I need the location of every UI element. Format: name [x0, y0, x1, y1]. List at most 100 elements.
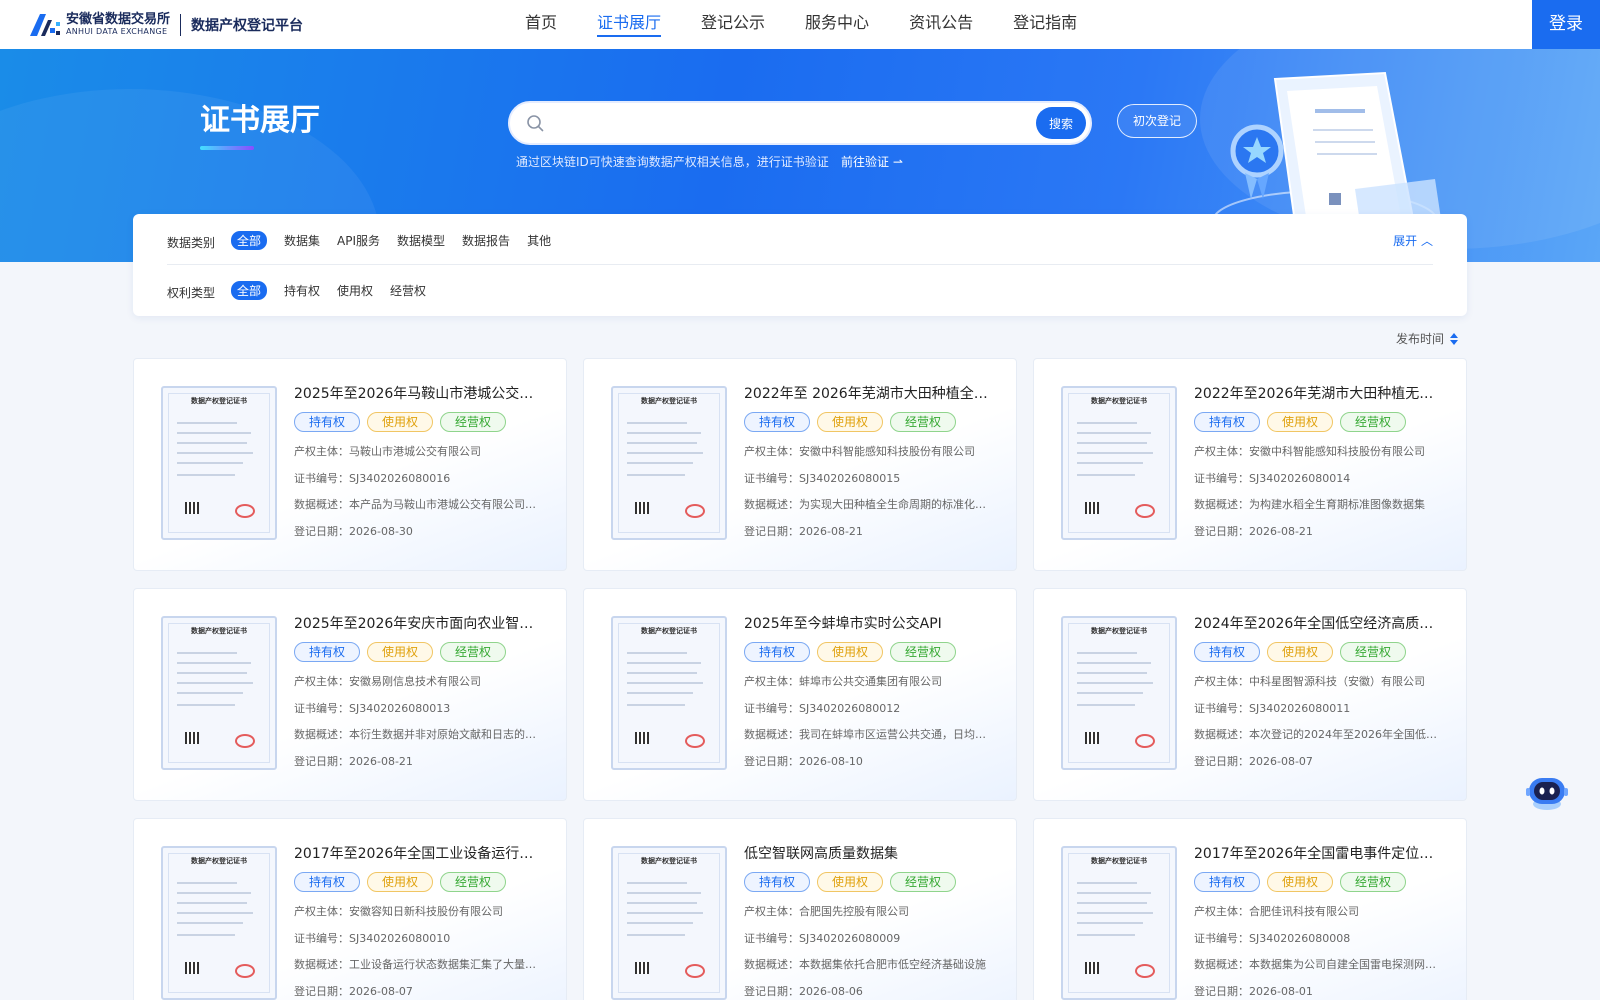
nav-home[interactable]: 首页: [525, 0, 557, 49]
card-register-date: 登记日期：2026-08-07: [1194, 755, 1313, 768]
data-category-model[interactable]: 数据模型: [397, 231, 445, 250]
certificate-card[interactable]: 数据产权登记证书 2025年至2026年马鞍山市港城公交营运数据集持有权使用权经营…: [133, 358, 567, 571]
card-owner: 产权主体：蚌埠市公共交通集团有限公司: [744, 675, 942, 688]
data-category-all[interactable]: 全部: [231, 231, 268, 250]
certificate-line: [627, 672, 697, 674]
certificate-thumb-title: 数据产权登记证书: [1091, 397, 1147, 405]
card-description: 数据概述：本衍生数据并非对原始文献和日志的简单汇总: [294, 728, 538, 741]
rights-tags: 持有权 使用权 经营权: [744, 872, 963, 892]
tag-usage: 使用权: [1267, 412, 1334, 432]
certificate-card[interactable]: 数据产权登记证书 2022年至2026年芜湖市大田种植无人化作业数据集持有权使用权…: [1033, 358, 1467, 571]
page-title: 证书展厅: [200, 103, 320, 138]
tag-operation: 经营权: [1340, 642, 1407, 662]
certificate-line: [177, 704, 235, 706]
data-category-api[interactable]: API服务: [337, 231, 380, 250]
rights-holding[interactable]: 持有权: [284, 281, 320, 300]
certificate-card[interactable]: 数据产权登记证书 2017年至2026年全国雷电事件定位数据集 持有权 使用权 经营权产…: [1033, 818, 1467, 1000]
tag-operation: 经营权: [440, 872, 507, 892]
qr-code-icon: [1085, 962, 1099, 974]
search-button[interactable]: 搜索: [1036, 107, 1086, 139]
card-title[interactable]: 2022年至 2026年芜湖市大田种植全生命周期数据集: [744, 383, 988, 403]
certificate-line: [1077, 882, 1137, 884]
card-cert-number: 证书编号：SJ3402026080014: [1194, 472, 1351, 485]
nav-guide[interactable]: 登记指南: [1013, 0, 1077, 49]
search-box: 搜索: [508, 101, 1092, 145]
rights-usage[interactable]: 使用权: [337, 281, 373, 300]
card-register-date: 登记日期：2026-08-30: [294, 525, 413, 538]
first-register-button[interactable]: 初次登记: [1117, 104, 1197, 138]
tag-usage: 使用权: [367, 872, 434, 892]
card-title[interactable]: 2024年至2026年全国低空经济高质量数据集: [1194, 613, 1438, 633]
card-title[interactable]: 2017年至2026年全国雷电事件定位数据集: [1194, 843, 1438, 863]
certificate-line: [177, 662, 251, 664]
search-input[interactable]: [554, 109, 1024, 137]
nav-service-center[interactable]: 服务中心: [805, 0, 869, 49]
certificate-line: [627, 922, 693, 924]
certificate-thumbnail: 数据产权登记证书: [161, 616, 277, 770]
tag-holding: 持有权: [744, 412, 811, 432]
certificate-card[interactable]: 数据产权登记证书 2017年至2026年全国工业设备运行状态数据集持有权使用权经营…: [133, 818, 567, 1000]
rights-operation[interactable]: 经营权: [390, 281, 426, 300]
certificate-thumbnail: 数据产权登记证书: [161, 846, 277, 1000]
rights-tags: 持有权 使用权 经营权: [1194, 642, 1413, 662]
card-title[interactable]: 2022年至2026年芜湖市大田种植无人化作业数据集: [1194, 383, 1438, 403]
card-cert-number: 证书编号：SJ3402026080010: [294, 932, 451, 945]
tag-operation: 经营权: [440, 642, 507, 662]
login-button[interactable]: 登录: [1532, 0, 1600, 49]
card-title[interactable]: 2017年至2026年全国工业设备运行状态数据集: [294, 843, 538, 863]
sort-by-publish-time[interactable]: 发布时间: [1396, 330, 1459, 347]
data-category-filter: 数据类别 全部 数据集 API服务 数据模型 数据报告 其他: [167, 230, 568, 251]
chatbot-assistant-icon[interactable]: [1524, 770, 1570, 816]
data-category-report[interactable]: 数据报告: [462, 231, 510, 250]
card-title[interactable]: 低空智联网高质量数据集: [744, 843, 988, 863]
certificate-line: [1077, 922, 1143, 924]
tag-operation: 经营权: [890, 872, 957, 892]
rights-type-label: 权利类型: [167, 286, 216, 300]
tag-operation: 经营权: [1340, 412, 1407, 432]
tag-operation: 经营权: [440, 412, 507, 432]
certificate-card[interactable]: 数据产权登记证书 2022年至 2026年芜湖市大田种植全生命周期数据集持有权使用…: [583, 358, 1017, 571]
verify-link[interactable]: 前往验证 ⇀: [841, 153, 903, 170]
certificate-line: [1077, 432, 1151, 434]
tag-usage: 使用权: [1267, 642, 1334, 662]
expand-label: 展开: [1393, 234, 1418, 248]
certificate-card[interactable]: 数据产权登记证书 低空智联网高质量数据集 持有权 使用权 经营权 产权主体：合肥国先控股有…: [583, 818, 1017, 1000]
certificate-thumbnail: 数据产权登记证书: [1061, 616, 1177, 770]
rights-all[interactable]: 全部: [231, 281, 268, 300]
card-description: 数据概述：本次登记的2024年至2026年全国低空经济: [1194, 728, 1438, 741]
card-title[interactable]: 2025年至今蚌埠市实时公交API: [744, 613, 988, 633]
certificate-line: [1077, 892, 1151, 894]
certificate-card[interactable]: 数据产权登记证书 2024年至2026年全国低空经济高质量数据集持有权使用权经营权…: [1033, 588, 1467, 801]
seal-icon: [235, 504, 255, 518]
tag-holding: 持有权: [294, 872, 361, 892]
card-owner: 产权主体：合肥佳讯科技有限公司: [1194, 905, 1359, 918]
expand-toggle[interactable]: 展开 ︿: [1393, 232, 1433, 249]
certificate-line: [1077, 682, 1153, 684]
nav-certificate-hall[interactable]: 证书展厅: [597, 0, 662, 49]
certificate-line: [177, 682, 253, 684]
certificate-line: [1077, 662, 1151, 664]
rights-tags: 持有权 使用权 经营权: [744, 412, 963, 432]
card-cert-number: 证书编号：SJ3402026080008: [1194, 932, 1351, 945]
certificate-card[interactable]: 数据产权登记证书 2025年至2026年安庆市面向农业智能决策数据集持有权使用权经…: [133, 588, 567, 801]
card-owner: 产权主体：安徽容知日新科技股份有限公司: [294, 905, 503, 918]
certificate-thumbnail: 数据产权登记证书: [1061, 846, 1177, 1000]
search-hint: 通过区块链ID可快速查询数据产权相关信息，进行证书验证: [516, 155, 829, 169]
org-name-cn: 安徽省数据交易所: [66, 12, 171, 27]
certificate-thumb-title: 数据产权登记证书: [641, 627, 697, 635]
certificate-card[interactable]: 数据产权登记证书 2025年至今蚌埠市实时公交API 持有权 使用权 经营权 产权主体：蚌…: [583, 588, 1017, 801]
tag-holding: 持有权: [1194, 872, 1261, 892]
nav-news[interactable]: 资讯公告: [909, 0, 973, 49]
qr-code-icon: [185, 962, 199, 974]
qr-code-icon: [185, 732, 199, 744]
data-category-other[interactable]: 其他: [527, 231, 551, 250]
nav-registration-notice[interactable]: 登记公示: [701, 0, 765, 49]
rights-tags: 持有权 使用权 经营权: [294, 872, 513, 892]
sort-label: 发布时间: [1396, 332, 1445, 346]
card-title[interactable]: 2025年至2026年安庆市面向农业智能决策数据集: [294, 613, 538, 633]
site-logo[interactable]: 安徽省数据交易所 ANHUI DATA EXCHANGE 数据产权登记平台: [28, 12, 303, 38]
certificate-line: [627, 692, 693, 694]
card-title[interactable]: 2025年至2026年马鞍山市港城公交营运数据集: [294, 383, 538, 403]
data-category-dataset[interactable]: 数据集: [284, 231, 320, 250]
qr-code-icon: [635, 732, 649, 744]
